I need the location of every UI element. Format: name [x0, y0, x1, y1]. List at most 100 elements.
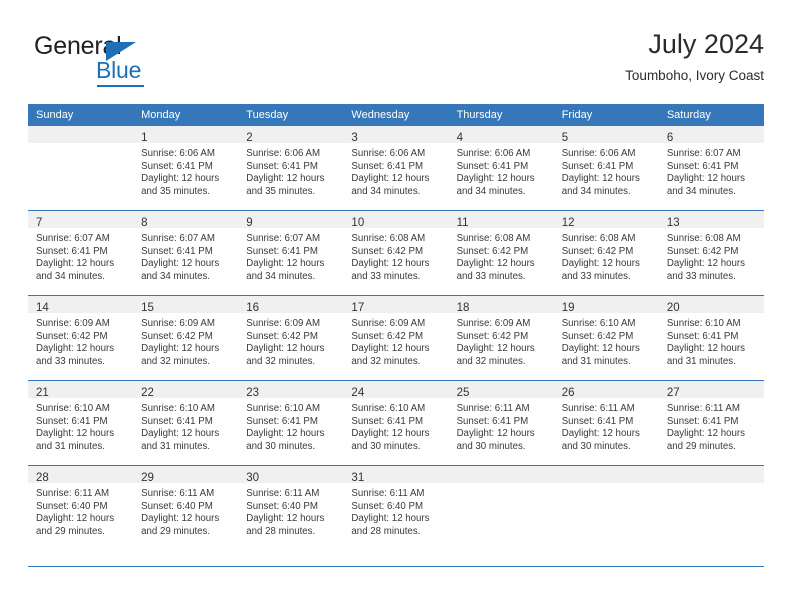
calendar-day-cell[interactable]: 15 Sunrise: 6:09 AM Sunset: 6:42 PM Dayligh… — [133, 295, 239, 381]
day-cell-content: 22 Sunrise: 6:10 AM Sunset: 6:41 PM Dayligh… — [133, 381, 239, 465]
sunset-text: Sunset: 6:41 PM — [351, 160, 424, 172]
daylight-text-line1: Daylight: 12 hours — [351, 513, 430, 525]
calendar-week-row: 14 Sunrise: 6:09 AM Sunset: 6:42 PM Dayligh… — [28, 295, 764, 381]
sunrise-text: Sunrise: 6:09 AM — [141, 318, 215, 329]
calendar-day-cell[interactable]: 8 Sunrise: 6:07 AM Sunset: 6:41 PM Daylight… — [133, 210, 239, 296]
calendar-day-cell[interactable]: 9 Sunrise: 6:07 AM Sunset: 6:41 PM Daylight… — [238, 210, 344, 296]
day-cell-content: 9 Sunrise: 6:07 AM Sunset: 6:41 PM Daylight… — [238, 211, 344, 295]
calendar-day-cell[interactable]: 14 Sunrise: 6:09 AM Sunset: 6:42 PM Dayligh… — [28, 295, 134, 381]
day-number-band: 2 — [238, 126, 344, 144]
day-cell-content: 15 Sunrise: 6:09 AM Sunset: 6:42 PM Dayligh… — [133, 296, 239, 380]
daylight-text-line2: and 35 minutes. — [141, 185, 211, 197]
daylight-text-line1: Daylight: 12 hours — [351, 173, 430, 185]
calendar-day-cell[interactable]: 17 Sunrise: 6:09 AM Sunset: 6:42 PM Dayligh… — [343, 295, 449, 381]
calendar-day-cell[interactable]: 28 Sunrise: 6:11 AM Sunset: 6:40 PM Dayligh… — [28, 465, 134, 550]
day-number: 28 — [36, 472, 49, 484]
brand-underline — [97, 85, 144, 87]
day-number: 31 — [351, 472, 365, 484]
day-cell-content: 13 Sunrise: 6:08 AM Sunset: 6:42 PM Dayligh… — [658, 211, 764, 295]
daylight-text-line2: and 34 minutes. — [246, 270, 316, 282]
daylight-text-line1: Daylight: 12 hours — [246, 258, 325, 270]
day-sun-info: Sunrise: 6:10 AM Sunset: 6:41 PM Daylight:… — [28, 398, 133, 453]
sunrise-text: Sunrise: 6:09 AM — [246, 318, 321, 329]
calendar-day-cell[interactable]: 5 Sunrise: 6:06 AM Sunset: 6:41 PM Daylight… — [553, 126, 659, 211]
daylight-text-line2: and 30 minutes. — [351, 440, 421, 452]
day-sun-info: Sunrise: 6:09 AM Sunset: 6:42 PM Daylight:… — [28, 313, 133, 368]
day-number: 13 — [666, 217, 680, 229]
calendar-day-cell[interactable]: 22 Sunrise: 6:10 AM Sunset: 6:41 PM Dayligh… — [133, 380, 239, 466]
calendar-day-cell[interactable]: 7 Sunrise: 6:07 AM Sunset: 6:41 PM Daylight… — [28, 210, 134, 296]
calendar-day-cell[interactable]: 6 Sunrise: 6:07 AM Sunset: 6:41 PM Daylight… — [658, 126, 764, 211]
general-blue-logo[interactable]: General Blue — [34, 32, 254, 88]
sunrise-text: Sunrise: 6:11 AM — [36, 488, 110, 499]
sunset-text: Sunset: 6:41 PM — [666, 160, 739, 172]
title-block: July 2024 Toumboho, Ivory Coast — [625, 28, 764, 85]
daylight-text-line2: and 34 minutes. — [141, 270, 211, 282]
sunrise-text: Sunrise: 6:10 AM — [351, 403, 426, 414]
day-number: 21 — [36, 387, 49, 399]
daylight-text-line1: Daylight: 12 hours — [666, 343, 745, 355]
day-cell-content: 17 Sunrise: 6:09 AM Sunset: 6:42 PM Dayligh… — [343, 296, 449, 380]
calendar-day-cell[interactable]: 13 Sunrise: 6:08 AM Sunset: 6:42 PM Dayligh… — [658, 210, 764, 296]
day-number: 5 — [561, 132, 569, 144]
sunset-text: Sunset: 6:41 PM — [246, 160, 318, 172]
daylight-text-line2: and 34 minutes. — [666, 185, 736, 197]
calendar-page: General Blue July 2024 Toumboho, Ivory C… — [0, 0, 792, 612]
calendar-day-cell[interactable]: 26 Sunrise: 6:11 AM Sunset: 6:41 PM Dayligh… — [553, 380, 659, 466]
day-sun-info: Sunrise: 6:11 AM Sunset: 6:40 PM Daylight:… — [28, 483, 133, 538]
day-sun-info: Sunrise: 6:08 AM Sunset: 6:42 PM Daylight:… — [659, 228, 764, 283]
calendar-day-cell[interactable]: 2 Sunrise: 6:06 AM Sunset: 6:41 PM Daylight… — [238, 126, 344, 211]
day-cell-content: 25 Sunrise: 6:11 AM Sunset: 6:41 PM Dayligh… — [448, 381, 554, 465]
day-cell-content: 28 Sunrise: 6:11 AM Sunset: 6:40 PM Dayligh… — [28, 466, 134, 550]
sunset-text: Sunset: 6:42 PM — [141, 330, 213, 342]
day-number: 3 — [351, 132, 358, 144]
day-number-band: 7 — [28, 211, 134, 229]
day-number-band: 13 — [658, 211, 764, 229]
day-cell-content — [553, 466, 659, 550]
calendar-day-cell[interactable]: 12 Sunrise: 6:08 AM Sunset: 6:42 PM Dayligh… — [553, 210, 659, 296]
day-number-band: 19 — [553, 296, 659, 314]
day-number: 30 — [246, 472, 260, 484]
sunset-text: Sunset: 6:41 PM — [246, 415, 318, 427]
day-number-band: 3 — [343, 126, 449, 144]
day-sun-info: Sunrise: 6:11 AM Sunset: 6:41 PM Daylight:… — [554, 398, 659, 453]
calendar-day-cell[interactable]: 11 Sunrise: 6:08 AM Sunset: 6:42 PM Dayligh… — [448, 210, 554, 296]
daylight-text-line1: Daylight: 12 hours — [141, 173, 220, 185]
daylight-text-line1: Daylight: 12 hours — [666, 173, 745, 185]
day-number-band: 27 — [658, 381, 764, 399]
sunset-text: Sunset: 6:40 PM — [36, 500, 108, 512]
calendar-day-cell[interactable]: 20 Sunrise: 6:10 AM Sunset: 6:41 PM Dayligh… — [658, 295, 764, 381]
calendar-week-row: 7 Sunrise: 6:07 AM Sunset: 6:41 PM Daylight… — [28, 210, 764, 296]
calendar-day-cell[interactable]: 31 Sunrise: 6:11 AM Sunset: 6:40 PM Dayligh… — [343, 465, 449, 550]
day-number: 14 — [36, 302, 49, 314]
daylight-text-line1: Daylight: 12 hours — [36, 428, 115, 440]
calendar-day-cell[interactable]: 29 Sunrise: 6:11 AM Sunset: 6:40 PM Dayligh… — [133, 465, 239, 550]
day-cell-content — [448, 466, 554, 550]
calendar-day-cell[interactable]: 1 Sunrise: 6:06 AM Sunset: 6:41 PM Daylight… — [133, 126, 239, 211]
calendar-day-cell[interactable]: 19 Sunrise: 6:10 AM Sunset: 6:42 PM Dayligh… — [553, 295, 659, 381]
sunset-text: Sunset: 6:41 PM — [36, 415, 108, 427]
sunrise-text: Sunrise: 6:10 AM — [36, 403, 110, 414]
daylight-text-line1: Daylight: 12 hours — [456, 343, 535, 355]
calendar-day-cell[interactable]: 10 Sunrise: 6:08 AM Sunset: 6:42 PM Dayligh… — [343, 210, 449, 296]
calendar-day-cell[interactable]: 21 Sunrise: 6:10 AM Sunset: 6:41 PM Dayligh… — [28, 380, 134, 466]
calendar-day-cell[interactable]: 16 Sunrise: 6:09 AM Sunset: 6:42 PM Dayligh… — [238, 295, 344, 381]
calendar-day-cell[interactable]: 24 Sunrise: 6:10 AM Sunset: 6:41 PM Dayligh… — [343, 380, 449, 466]
calendar-day-cell[interactable]: 30 Sunrise: 6:11 AM Sunset: 6:40 PM Dayligh… — [238, 465, 344, 550]
day-sun-info: Sunrise: 6:10 AM Sunset: 6:41 PM Daylight:… — [343, 398, 448, 453]
calendar-day-cell[interactable]: 4 Sunrise: 6:06 AM Sunset: 6:41 PM Daylight… — [448, 126, 554, 211]
day-number-band: 31 — [343, 466, 449, 484]
calendar-day-cell[interactable]: 25 Sunrise: 6:11 AM Sunset: 6:41 PM Dayligh… — [448, 380, 554, 466]
sunset-text: Sunset: 6:42 PM — [351, 245, 424, 257]
calendar-day-cell[interactable]: 23 Sunrise: 6:10 AM Sunset: 6:41 PM Dayligh… — [238, 380, 344, 466]
sunset-text: Sunset: 6:41 PM — [561, 160, 634, 172]
calendar-day-cell[interactable]: 18 Sunrise: 6:09 AM Sunset: 6:42 PM Dayligh… — [448, 295, 554, 381]
day-number: 24 — [351, 387, 365, 399]
daylight-text-line2: and 33 minutes. — [561, 270, 631, 282]
weekday-header-thursday: Thursday — [448, 104, 554, 126]
daylight-text-line2: and 29 minutes. — [666, 440, 736, 452]
calendar-day-cell[interactable]: 27 Sunrise: 6:11 AM Sunset: 6:41 PM Dayligh… — [658, 380, 764, 466]
day-sun-info: Sunrise: 6:06 AM Sunset: 6:41 PM Daylight:… — [449, 143, 554, 198]
daylight-text-line2: and 31 minutes. — [141, 440, 211, 452]
calendar-day-cell[interactable]: 3 Sunrise: 6:06 AM Sunset: 6:41 PM Daylight… — [343, 126, 449, 211]
